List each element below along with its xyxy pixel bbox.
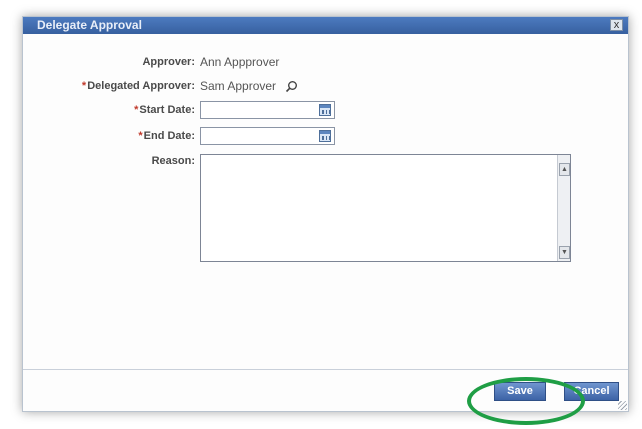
calendar-icon[interactable]	[319, 104, 331, 116]
start-date-label: *Start Date:	[134, 104, 195, 116]
end-date-input[interactable]	[200, 127, 335, 145]
delegate-approval-dialog: Delegate Approval x Approver: Ann Apppro…	[22, 16, 629, 425]
approver-label: Approver:	[142, 56, 195, 68]
reason-textarea[interactable]	[200, 154, 571, 262]
start-date-input[interactable]	[200, 101, 335, 119]
close-icon[interactable]: x	[610, 19, 623, 31]
magnifier-icon[interactable]	[285, 80, 298, 93]
reason-label-text: Reason:	[151, 155, 195, 167]
reason-label: Reason:	[152, 155, 195, 167]
start-date-label-text: Start Date:	[139, 104, 195, 116]
end-date-label-text: End Date:	[143, 130, 195, 142]
required-marker: *	[138, 130, 143, 142]
required-marker: *	[81, 80, 87, 92]
dialog-title: Delegate Approval	[37, 18, 142, 32]
calendar-icon[interactable]	[319, 130, 331, 142]
footer-divider	[23, 369, 628, 370]
resize-grip[interactable]	[618, 401, 627, 410]
scroll-down-icon[interactable]: ▼	[559, 246, 570, 259]
reason-scrollbar[interactable]: ▲ ▼	[557, 155, 570, 261]
save-button[interactable]: Save	[494, 382, 546, 401]
delegated-approver-label: *Delegated Approver:	[82, 80, 195, 92]
approver-label-text: Approver:	[142, 56, 195, 68]
delegated-approver-label-text: Delegated Approver:	[87, 80, 195, 92]
required-marker: *	[134, 104, 139, 116]
end-date-label: *End Date:	[138, 130, 195, 142]
approver-value: Ann Appprover	[200, 55, 280, 69]
delegated-approver-value: Sam Approver	[200, 79, 277, 93]
cancel-button[interactable]: Cancel	[564, 382, 619, 401]
dialog-title-bar[interactable]: Delegate Approval	[23, 17, 628, 34]
scroll-up-icon[interactable]: ▲	[559, 163, 570, 176]
